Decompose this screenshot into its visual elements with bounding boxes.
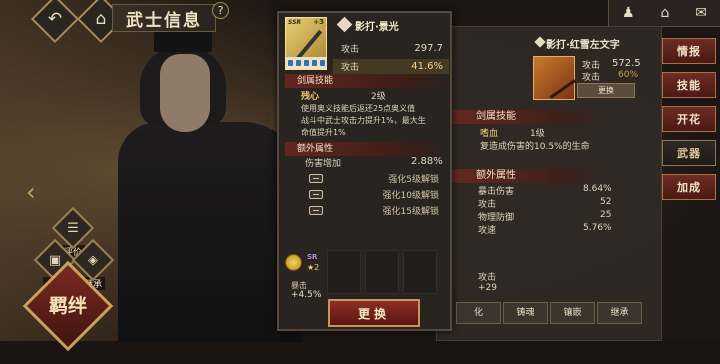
equipped-extra-label: 攻速	[478, 226, 497, 236]
equipped-extra-label: 暴击伤害	[478, 187, 515, 197]
equipped-weapon-name: 影打·红雪左文字	[546, 40, 620, 51]
empty-gem-slot[interactable]	[365, 250, 399, 294]
menu-skills[interactable]: 技能	[662, 72, 716, 98]
side-menu: 情报 技能 开花 武器 加成	[660, 38, 718, 208]
equipped-extra-value: 25	[600, 210, 612, 220]
skill-level: 2级	[371, 92, 386, 102]
equipped-atk-value: 572.5	[612, 58, 641, 69]
tab-soul-forge[interactable]: 铸魂	[503, 302, 548, 324]
page-title-plate: 武士信息	[112, 4, 216, 32]
equipped-extra-section: 额外属性	[436, 169, 606, 183]
character-robe	[118, 122, 303, 342]
bond-label: 羁绊	[48, 295, 87, 317]
skill-section-header: 剑属技能	[285, 74, 447, 88]
extra-label: 伤害增加	[305, 159, 342, 169]
atk-pct-row: 攻击 41.6%	[333, 59, 449, 74]
equipped-skill-level: 1级	[530, 129, 545, 139]
inherit-icon: ◈	[88, 252, 98, 268]
weapon-card: SSR +3	[285, 17, 327, 70]
extra-section-header: 额外属性	[285, 142, 447, 156]
atk-row: 攻击 297.7	[333, 41, 449, 56]
equipped-skill-section: 剑属技能	[436, 110, 606, 124]
skill-desc-line: 命值提升1%	[301, 128, 346, 137]
weapon-rarity: SSR	[288, 19, 302, 26]
help-button[interactable]: ?	[212, 2, 229, 19]
atk-label: 攻击	[341, 45, 360, 55]
gem-rarity: SR	[307, 253, 318, 261]
extra-value: 2.88%	[411, 156, 443, 167]
character-portrait	[118, 26, 303, 342]
equipped-change-button[interactable]: 更换	[577, 83, 635, 98]
menu-bloom[interactable]: 开花	[662, 106, 716, 132]
lock-label: 强化15级解锁	[382, 206, 439, 217]
atk-pct-value: 41.6%	[411, 61, 443, 72]
character-face	[160, 54, 210, 132]
lock-label: 强化5级解锁	[388, 174, 439, 185]
equipped-atk-pct-value: 60%	[618, 70, 639, 80]
top-right-bar: ♟ ⌂ ✉	[608, 0, 720, 27]
menu-bonus[interactable]: 加成	[662, 174, 716, 200]
character-icon[interactable]: ♟	[622, 5, 635, 21]
equipped-extra-value: 52	[600, 197, 612, 207]
empty-gem-slot[interactable]	[327, 250, 361, 294]
skill-name: 残心	[301, 92, 320, 102]
tab-inherit[interactable]: 继承	[597, 302, 642, 324]
chevron-left-icon[interactable]: ‹	[26, 178, 36, 206]
locked-extra-row: 强化10级解锁	[309, 187, 439, 201]
equipped-skill-desc: 复造成伤害的10.5%的生命	[480, 142, 590, 152]
locked-extra-row: 强化5级解锁	[309, 171, 439, 185]
home-icon[interactable]: ⌂	[660, 5, 669, 21]
weapon-refine-level: +3	[313, 18, 324, 26]
weapon-icon	[336, 16, 353, 33]
empty-gem-slot[interactable]	[403, 250, 437, 294]
skill-desc-line: 战斗中武士攻击力提升1%，最大生	[301, 116, 426, 125]
atk-value: 297.7	[414, 43, 443, 54]
tab-inlay[interactable]: 镶嵌	[550, 302, 595, 324]
equipped-mini-label: 攻击	[478, 273, 497, 283]
change-weapon-button[interactable]: 更换	[328, 299, 420, 327]
lock-label: 强化10级解锁	[382, 190, 439, 201]
menu-intel[interactable]: 情报	[662, 38, 716, 64]
equipped-mini-value: +29	[478, 283, 497, 293]
equipped-skill-name: 嗜血	[480, 129, 499, 139]
page-title: 武士信息	[126, 10, 202, 31]
tab-enhance[interactable]: 化	[456, 302, 501, 324]
weapon-detail-popup: SSR +3 影打·景光 攻击 297.7 攻击 41.6% 剑属技能 残心 2…	[277, 11, 452, 331]
atk-pct-label: 攻击	[341, 63, 360, 73]
gem-coin-icon	[285, 254, 302, 271]
equipped-extra-label: 攻击	[478, 200, 497, 210]
lock-icon	[309, 205, 323, 215]
lock-icon	[309, 189, 323, 199]
locked-extra-row: 强化15级解锁	[309, 203, 439, 217]
gem-slots	[286, 57, 326, 69]
lock-icon	[309, 173, 323, 183]
equipped-extra-label: 物理防御	[478, 213, 515, 223]
menu-weapon[interactable]: 武器	[662, 140, 716, 166]
equipped-atk-pct-label: 攻击	[582, 73, 601, 83]
equipped-extra-value: 8.64%	[583, 184, 612, 194]
gem-star: ★2	[307, 263, 320, 272]
review-icon: ☰	[67, 220, 79, 236]
gem-stat-value: +4.5%	[291, 290, 322, 300]
equipped-extra-value: 5.76%	[583, 223, 612, 233]
equipped-weapon-card[interactable]	[533, 56, 576, 100]
sword-icon	[295, 29, 323, 61]
mail-icon[interactable]: ✉	[695, 5, 707, 21]
weapon-name: 影打·景光	[355, 22, 399, 33]
back-arrow-icon: ↶	[47, 9, 63, 29]
skill-desc-line: 使用奥义技能后返还25点奥义值	[301, 104, 416, 113]
